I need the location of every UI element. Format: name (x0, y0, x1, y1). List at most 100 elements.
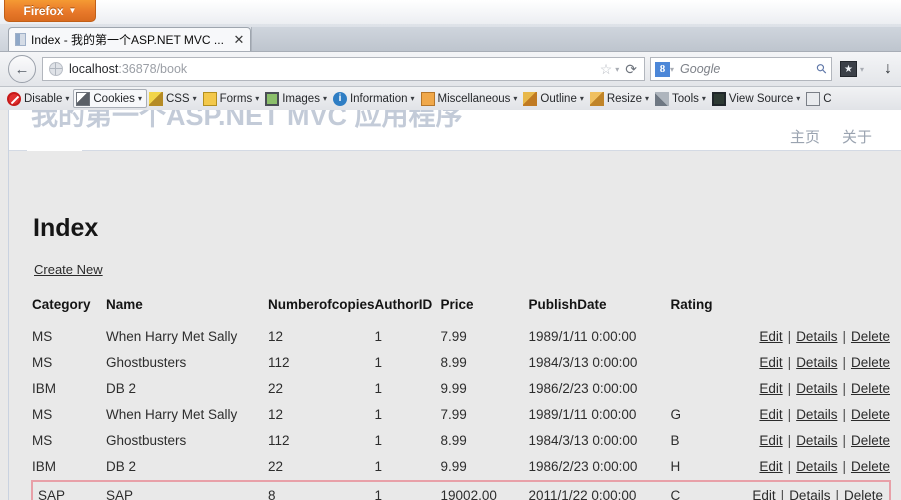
devbar-item-cookies[interactable]: Cookies ▾ (73, 89, 147, 108)
devbar-item-outline[interactable]: Outline ▾ (521, 89, 587, 108)
cell-rating: C (670, 480, 741, 500)
action-separator: | (787, 433, 792, 448)
disable-icon (7, 91, 21, 106)
bookmark-star-icon[interactable]: ☆ (600, 61, 613, 78)
create-new-link[interactable]: Create New (34, 262, 103, 277)
edit-link[interactable]: Edit (752, 488, 775, 500)
site-header: 我的第一个ASP.NET MVC 应用程序 主页 关于 (9, 110, 901, 151)
cell-authorid: 1 (374, 381, 383, 396)
devbar-item-information[interactable]: i Information ▾ (331, 89, 419, 108)
back-button[interactable]: ← (8, 55, 36, 83)
devbar-item-view-source[interactable]: View Source ▾ (710, 89, 804, 108)
action-separator: | (835, 488, 839, 500)
table-row[interactable]: MS When Harry Met Sally 12 1 7.99 1989/1… (32, 324, 890, 350)
table-row[interactable]: MS When Harry Met Sally 12 1 7.99 1989/1… (32, 402, 890, 428)
close-icon[interactable]: ✕ (232, 32, 246, 48)
browser-tab-index[interactable]: Index - 我的第一个ASP.NET MVC ... ✕ (8, 27, 251, 51)
edit-link[interactable]: Edit (759, 329, 782, 344)
cell-actions: Edit | Details | Delete (740, 480, 892, 500)
devbar-item-resize[interactable]: Resize ▾ (588, 89, 653, 108)
details-link[interactable]: Details (796, 355, 837, 370)
cell-rating: G (670, 407, 682, 422)
cell-authorid: 1 (374, 329, 383, 344)
devbar-item-label: Miscellaneous (437, 92, 511, 105)
delete-link[interactable]: Delete (851, 433, 890, 448)
details-link[interactable]: Details (796, 433, 837, 448)
site-navigation: 主页 关于 (790, 126, 872, 147)
images-icon (265, 91, 280, 106)
chevron-down-icon[interactable]: ▾ (615, 65, 619, 74)
chevron-down-icon[interactable]: ▾ (670, 65, 674, 74)
edit-link[interactable]: Edit (759, 381, 782, 396)
cell-rating (671, 376, 741, 402)
address-path: :36878/book (118, 62, 188, 76)
details-link[interactable]: Details (789, 488, 830, 500)
google-icon[interactable]: 8 (655, 61, 670, 77)
chevron-down-icon: ▾ (137, 94, 142, 103)
column-header-category: Category (32, 297, 91, 312)
search-input[interactable]: Google (680, 62, 817, 76)
table-row[interactable]: MS Ghostbusters 112 1 8.99 1984/3/13 0:0… (32, 428, 890, 454)
action-separator: | (842, 407, 846, 422)
details-link[interactable]: Details (796, 329, 837, 344)
bookmarks-button[interactable]: ★ ▾ (840, 57, 874, 81)
devbar-item-label: Resize (606, 92, 643, 105)
reload-icon[interactable]: ⟳ (622, 61, 640, 78)
chevron-down-icon: ▾ (513, 94, 518, 103)
cell-publishdate: 1986/2/23 0:00:00 (528, 459, 638, 474)
css-pencil-icon (148, 91, 163, 106)
cell-name: When Harry Met Sally (106, 329, 238, 344)
action-separator: | (842, 355, 846, 370)
details-link[interactable]: Details (796, 459, 837, 474)
cell-price: 9.99 (440, 381, 467, 396)
devbar-item-css[interactable]: CSS ▾ (147, 89, 201, 108)
delete-link[interactable]: Delete (851, 381, 890, 396)
devbar-item-disable[interactable]: Disable ▾ (5, 89, 73, 108)
nav-link-home[interactable]: 主页 (790, 126, 820, 147)
delete-link[interactable]: Delete (851, 459, 890, 474)
edit-link[interactable]: Edit (759, 407, 782, 422)
delete-link[interactable]: Delete (851, 329, 890, 344)
devbar-item-images[interactable]: Images ▾ (263, 89, 331, 108)
devbar-item-tools[interactable]: Tools ▾ (653, 89, 710, 108)
search-bar[interactable]: 8 ▾ Google ⚲ (650, 57, 832, 81)
edit-link[interactable]: Edit (759, 433, 782, 448)
table-row[interactable]: MS Ghostbusters 112 1 8.99 1984/3/13 0:0… (32, 350, 890, 376)
column-header-authorid: AuthorID (374, 297, 433, 312)
devbar-item-forms[interactable]: Forms ▾ (201, 89, 264, 108)
download-arrow-icon[interactable]: ↓ (884, 60, 892, 78)
action-separator: | (787, 381, 792, 396)
cell-price: 9.99 (440, 459, 467, 474)
table-row[interactable]: IBM DB 2 22 1 9.99 1986/2/23 0:00:00 H E… (32, 454, 890, 481)
devbar-item-label: Disable (24, 92, 63, 105)
cell-authorid: 1 (374, 459, 383, 474)
address-bar[interactable]: localhost:36878/book ☆ ▾ ⟳ (42, 57, 645, 81)
details-link[interactable]: Details (796, 407, 837, 422)
devbar-item-options[interactable]: C (804, 89, 835, 108)
navigation-toolbar: ← localhost:36878/book ☆ ▾ ⟳ 8 ▾ Google … (0, 52, 901, 87)
cell-name: Ghostbusters (106, 355, 187, 370)
books-table-head: Category Name Numberofcopies AuthorID Pr… (32, 297, 890, 324)
edit-link[interactable]: Edit (759, 459, 782, 474)
cell-price: 8.99 (440, 433, 467, 448)
devbar-item-miscellaneous[interactable]: Miscellaneous ▾ (419, 89, 522, 108)
chevron-down-icon: ▾ (322, 94, 327, 103)
delete-link[interactable]: Delete (844, 488, 883, 500)
delete-link[interactable]: Delete (851, 355, 890, 370)
tab-strip-empty-area[interactable] (251, 27, 901, 51)
details-link[interactable]: Details (796, 381, 837, 396)
edit-link[interactable]: Edit (759, 355, 782, 370)
view-source-icon (711, 91, 726, 106)
page-favicon-icon (15, 33, 26, 46)
cell-name: SAP (106, 480, 268, 500)
cell-actions: Edit | Details | Delete (741, 428, 890, 454)
delete-link[interactable]: Delete (851, 407, 890, 422)
nav-link-about[interactable]: 关于 (842, 126, 872, 147)
cell-authorid: 1 (374, 407, 383, 422)
action-separator: | (842, 433, 846, 448)
table-row-highlighted[interactable]: SAP SAP 8 1 19002.00 2011/1/22 0:00:00 C… (31, 480, 892, 500)
action-separator: | (842, 381, 846, 396)
firefox-app-menu-button[interactable]: Firefox ▼ (4, 0, 96, 22)
table-row[interactable]: IBM DB 2 22 1 9.99 1986/2/23 0:00:00 Edi… (32, 376, 890, 402)
cell-name: DB 2 (106, 381, 137, 396)
